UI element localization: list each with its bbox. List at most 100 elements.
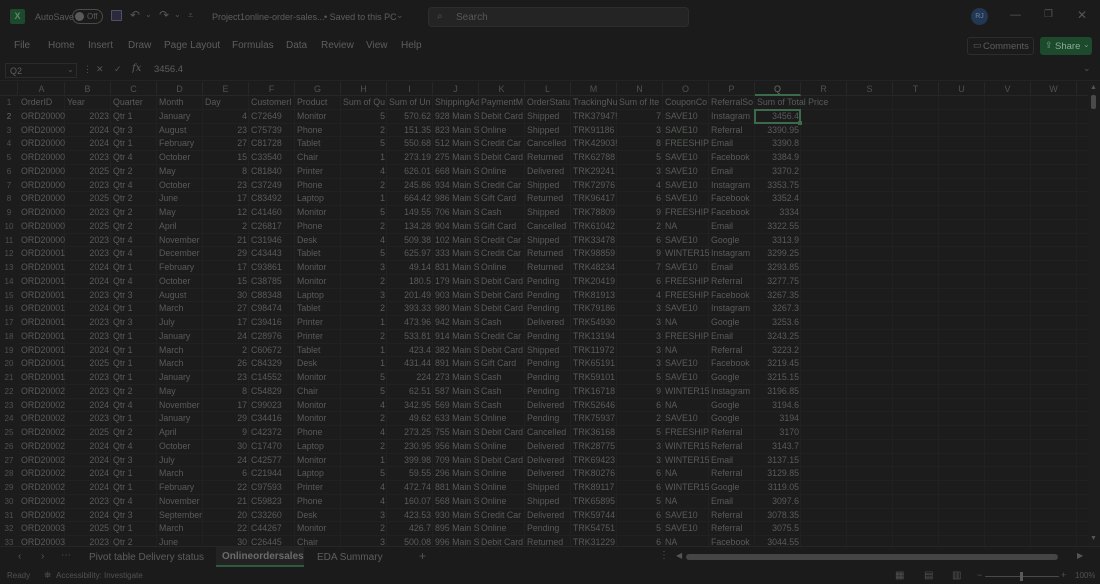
tab-home[interactable]: Home (48, 40, 75, 51)
cell[interactable]: 5 (341, 467, 387, 480)
cell[interactable]: 3119.05 (755, 481, 801, 494)
cell[interactable]: 12 (203, 206, 249, 219)
cell[interactable]: C98474 (249, 302, 295, 315)
cell[interactable]: Qtr 3 (111, 316, 157, 329)
cell[interactable]: ORD20000 (19, 234, 65, 247)
cell[interactable]: 7 (617, 110, 663, 123)
cell[interactable]: SAVE10 (663, 165, 709, 178)
cell[interactable]: 5 (617, 151, 663, 164)
cell[interactable]: 2023 (65, 371, 111, 384)
cell[interactable]: 29 (203, 412, 249, 425)
cell[interactable]: November (157, 495, 203, 508)
cell[interactable]: Qtr 2 (111, 385, 157, 398)
cell[interactable]: May (157, 385, 203, 398)
formula-input[interactable]: 3456.4 (154, 64, 183, 75)
cell[interactable]: 5 (617, 371, 663, 384)
normal-view-icon[interactable]: ▦ (895, 570, 904, 581)
cell[interactable]: C99023 (249, 399, 295, 412)
cell[interactable]: TRK59101 (571, 371, 617, 384)
minimize-icon[interactable]: — (1010, 9, 1021, 21)
close-icon[interactable]: ✕ (1077, 8, 1087, 22)
cell[interactable]: Shipped (525, 179, 571, 192)
cell[interactable]: 49.14 (387, 261, 433, 274)
column-header[interactable]: Q (755, 82, 801, 96)
cell[interactable]: 1 (341, 454, 387, 467)
tab-help[interactable]: Help (401, 40, 422, 51)
row-header[interactable]: 32 (0, 522, 18, 536)
cell[interactable]: 3334 (755, 206, 801, 219)
cell[interactable]: 5 (341, 385, 387, 398)
column-header[interactable]: P (709, 82, 755, 96)
cell[interactable]: ORD20000 (19, 192, 65, 205)
cell[interactable]: Shipped (525, 234, 571, 247)
cell[interactable]: 709 Main S (433, 454, 479, 467)
cell[interactable]: Printer (295, 165, 341, 178)
cell[interactable]: March (157, 344, 203, 357)
cell[interactable]: 3267.3 (755, 302, 801, 315)
cell[interactable]: 2 (341, 440, 387, 453)
cell[interactable]: 2025 (65, 426, 111, 439)
cell[interactable]: ORD20001 (19, 357, 65, 370)
cell[interactable]: TRK11972 (571, 344, 617, 357)
cell[interactable]: Qtr 2 (111, 536, 157, 546)
cell[interactable]: Qtr 4 (111, 151, 157, 164)
autosave-toggle[interactable]: Off (72, 9, 103, 24)
cell[interactable]: 27 (203, 137, 249, 150)
cell[interactable]: Google (709, 371, 755, 384)
cell[interactable]: ORD20002 (19, 426, 65, 439)
cell[interactable]: 3075.5 (755, 522, 801, 535)
cell[interactable]: 668 Main S (433, 165, 479, 178)
cell[interactable]: 9 (617, 247, 663, 260)
row-header[interactable]: 23 (0, 399, 18, 413)
cell[interactable]: TRK33478 (571, 234, 617, 247)
cell[interactable]: Referral (709, 426, 755, 439)
cell[interactable]: C93861 (249, 261, 295, 274)
cell[interactable]: Pending (525, 371, 571, 384)
cell[interactable]: SAVE10 (663, 357, 709, 370)
cell[interactable]: 273.19 (387, 151, 433, 164)
cell[interactable]: 5 (341, 137, 387, 150)
column-header[interactable]: K (479, 82, 525, 96)
cell[interactable]: C75739 (249, 124, 295, 137)
cell[interactable]: NA (663, 316, 709, 329)
cell[interactable]: 2024 (65, 509, 111, 522)
cell[interactable]: Referral (709, 275, 755, 288)
cell[interactable]: Sum of Ite (617, 96, 663, 109)
cell[interactable]: October (157, 275, 203, 288)
cell[interactable]: 15 (203, 275, 249, 288)
cell[interactable]: TRK69423 (571, 454, 617, 467)
tab-draw[interactable]: Draw (128, 40, 151, 51)
cell[interactable]: 30 (203, 289, 249, 302)
cell[interactable]: 27 (203, 302, 249, 315)
cell[interactable]: 30 (203, 440, 249, 453)
cell[interactable]: Monitor (295, 110, 341, 123)
cell[interactable]: 3 (617, 165, 663, 178)
row-header[interactable]: 19 (0, 344, 18, 358)
cell[interactable]: SAVE10 (663, 179, 709, 192)
cell[interactable]: 423.53 (387, 509, 433, 522)
cell[interactable]: ORD20002 (19, 481, 65, 494)
cell[interactable]: C83492 (249, 192, 295, 205)
cell[interactable]: 3370.2 (755, 165, 801, 178)
row-header[interactable]: 21 (0, 371, 18, 385)
cell[interactable]: 17 (203, 192, 249, 205)
cell[interactable]: 2024 (65, 302, 111, 315)
cell[interactable]: C43443 (249, 247, 295, 260)
cell[interactable]: ORD20001 (19, 247, 65, 260)
cell[interactable]: 2025 (65, 192, 111, 205)
column-header[interactable]: N (617, 82, 663, 96)
cell[interactable]: 2024 (65, 454, 111, 467)
vertical-scroll-thumb[interactable] (1091, 95, 1096, 109)
row-header[interactable]: 7 (0, 179, 18, 193)
cell[interactable]: 626.01 (387, 165, 433, 178)
cell[interactable]: 3 (617, 454, 663, 467)
cell[interactable]: 3044.55 (755, 536, 801, 546)
cell[interactable]: Facebook (709, 206, 755, 219)
cell[interactable]: Cancelled (525, 137, 571, 150)
cell[interactable]: 26 (203, 357, 249, 370)
cell[interactable]: Qtr 1 (111, 412, 157, 425)
cell[interactable]: Debit Card (479, 426, 525, 439)
column-header[interactable]: D (157, 82, 203, 96)
cell[interactable]: 2024 (65, 275, 111, 288)
zoom-level[interactable]: 100% (1075, 571, 1095, 580)
